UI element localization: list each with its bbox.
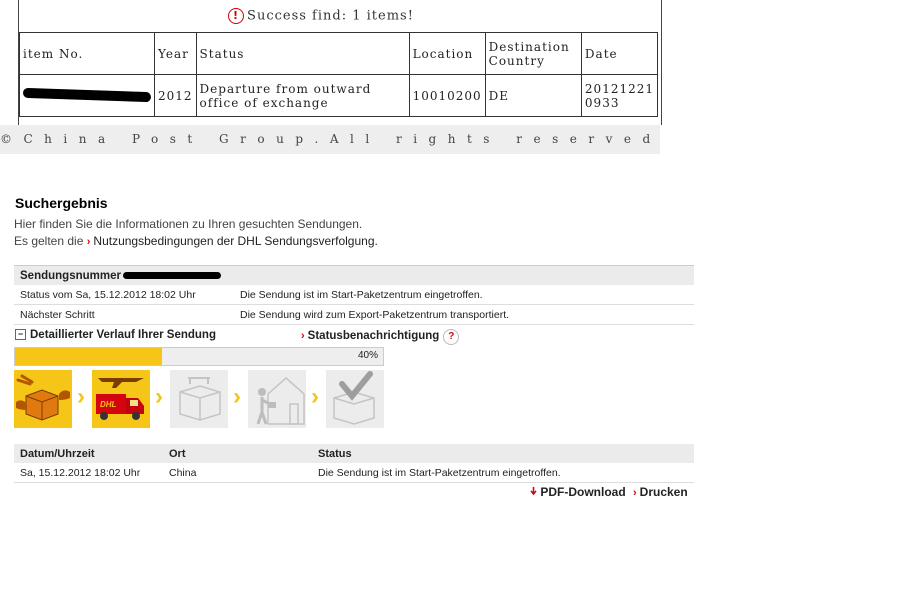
chevron-right-icon: › [301,330,305,342]
chevron-right-icon: › [233,383,241,410]
cell-status: Departure from outward office of exchang… [195,74,410,117]
summary-header-row: Sendungsnummer [14,265,694,285]
redacted-tracking-number [22,87,152,102]
summary-row: Status vom Sa, 15.12.2012 18:02 Uhr Die … [14,285,694,305]
status-notification-label: Statusbenachrichtigung [307,330,440,342]
print-link[interactable]: › Drucken [633,485,688,499]
detail-history-label: Detaillierter Verlauf Ihrer Sendung [30,329,216,341]
help-question-icon[interactable]: ? [443,329,460,345]
terms-line: Es gelten die › Nutzungsbedingungen der D… [14,234,378,248]
summary-value: Die Sendung wird zum Export-Paketzentrum… [234,304,694,325]
table-header-row: item No. Year Status Location Destinatio… [19,32,659,75]
page-title: Suchergebnis [15,195,108,211]
progress-fill [15,348,163,365]
delivery-house-icon [248,370,306,428]
redacted-shipment-number [122,271,221,279]
summary-label: Status vom Sa, 15.12.2012 18:02 Uhr [14,285,234,305]
history-header-row: Datum/Uhrzeit Ort Status [14,444,694,463]
cell-status: Die Sendung ist im Start-Paketzentrum ei… [312,463,694,483]
cell-location: 10010200 [408,74,486,117]
shipment-number-label: Sendungsnummer [20,269,121,282]
sorting-center-icon [170,370,228,428]
summary-label: Nächster Schritt [14,304,234,325]
col-destination: Destination Country [484,32,582,75]
success-message: ! Success find: 1 items! [0,8,642,24]
chevron-right-icon: › [311,383,319,410]
col-year: Year [154,32,197,75]
shipment-number-cell: Sendungsnummer [14,265,694,285]
col-date: Date [580,32,659,75]
col-status: Status [312,444,694,463]
table-row: Sa, 15.12.2012 18:02 Uhr China Die Sendu… [14,463,694,483]
warning-circle-icon: ! [228,8,245,24]
cell-year: 2012 [154,74,197,117]
cell-date: 20121221 0933 [580,74,659,117]
success-text: Success find: 1 items! [247,8,414,24]
chevron-right-icon: › [86,236,91,248]
download-arrow-icon [530,487,537,496]
chinapost-footer: ©China Post Group.All rights reserved [0,125,660,154]
table-row: 2012 Departure from outward office of ex… [19,74,659,117]
col-status: Status [195,32,410,75]
truck-plane-icon: DHL [92,370,150,428]
cell-item-no [19,74,155,117]
svg-text:DHL: DHL [100,400,117,409]
package-handover-icon [14,370,72,428]
progress-bar: 40% [14,347,384,366]
history-table: Datum/Uhrzeit Ort Status Sa, 15.12.2012 … [14,444,694,483]
summary-value: Die Sendung ist im Start-Paketzentrum ei… [234,285,694,305]
col-datetime: Datum/Uhrzeit [14,444,163,463]
chevron-right-icon: › [155,383,163,410]
detail-history-toggle[interactable]: − Detaillierter Verlauf Ihrer Sendung [15,329,216,341]
chevron-right-icon: › [77,383,85,410]
terms-prefix: Es gelten die [14,234,84,248]
pdf-download-link[interactable]: PDF-Download [530,485,626,499]
summary-row: Nächster Schritt Die Sendung wird zum Ex… [14,304,694,325]
status-notification-link[interactable]: › Statusbenachrichtigung? [301,329,460,345]
delivered-check-icon [326,370,384,428]
collapse-minus-icon: − [15,329,26,341]
shipment-summary-table: Sendungsnummer Status vom Sa, 15.12.2012… [14,265,694,325]
cell-place: China [163,463,312,483]
col-location: Location [408,32,486,75]
chevron-right-icon: › [633,487,637,499]
progress-label: 40% [357,350,378,361]
terms-link[interactable]: Nutzungsbedingungen der DHL Sendungsverf… [93,234,377,248]
col-item-no: item No. [19,32,155,75]
cell-datetime: Sa, 15.12.2012 18:02 Uhr [14,463,163,483]
pdf-download-label: PDF-Download [540,485,626,499]
chinapost-result-table: item No. Year Status Location Destinatio… [19,32,659,117]
col-place: Ort [163,444,312,463]
print-label: Drucken [639,485,688,499]
cell-destination: DE [484,74,582,117]
intro-text: Hier finden Sie die Informationen zu Ihr… [14,217,363,231]
